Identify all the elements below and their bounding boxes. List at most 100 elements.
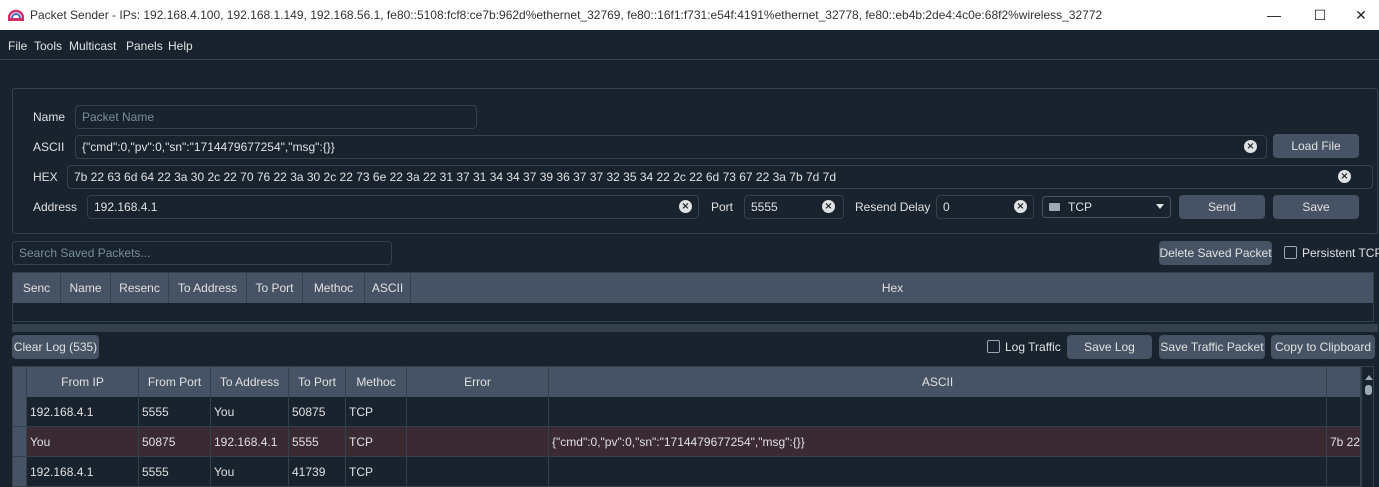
menu-bar: File Tools Multicast Panels Help — [0, 30, 1379, 60]
resend-delay-label: Resend Delay — [855, 200, 931, 214]
protocol-icon — [1049, 203, 1060, 211]
log-col-from-port[interactable]: From Port — [139, 367, 211, 397]
cell-ascii — [549, 397, 1327, 426]
log-col-from-ip[interactable]: From IP — [27, 367, 139, 397]
protocol-value: TCP — [1068, 200, 1092, 214]
save-button[interactable]: Save — [1273, 195, 1359, 219]
cell-to-address: 192.168.4.1 — [211, 427, 289, 456]
cell-from-port: 50875 — [139, 427, 211, 456]
cell-to-port: 41739 — [289, 457, 346, 486]
save-log-button[interactable]: Save Log — [1067, 335, 1152, 359]
hex-label: HEX — [33, 170, 58, 184]
packet-name-input[interactable]: Packet Name — [75, 105, 477, 129]
port-clear-icon[interactable]: × — [822, 200, 835, 213]
cell-error — [407, 427, 549, 456]
table-row[interactable]: 192.168.4.1 5555 You 41739 TCP — [13, 457, 1361, 487]
cell-ascii: {"cmd":0,"pv":0,"sn":"1714479677254","ms… — [549, 427, 1327, 456]
cell-to-port: 50875 — [289, 397, 346, 426]
hex-input[interactable]: 7b 22 63 6d 64 22 3a 30 2c 22 70 76 22 3… — [67, 165, 1373, 189]
table-row[interactable]: 192.168.4.1 5555 You 50875 TCP — [13, 397, 1361, 427]
row-header — [13, 457, 27, 486]
delete-saved-packet-button[interactable]: Delete Saved Packet — [1159, 241, 1272, 265]
hex-clear-icon[interactable]: × — [1338, 170, 1351, 183]
cell-to-address: You — [211, 397, 289, 426]
name-label: Name — [33, 110, 66, 124]
cell-ascii — [549, 457, 1327, 486]
menu-multicast[interactable]: Multicast — [69, 39, 116, 53]
port-label: Port — [711, 200, 734, 214]
cell-method: TCP — [346, 427, 407, 456]
log-col-ascii[interactable]: ASCII — [549, 367, 1327, 397]
save-traffic-packet-button[interactable]: Save Traffic Packet — [1159, 335, 1265, 359]
ascii-clear-icon[interactable]: × — [1244, 140, 1257, 153]
cell-method: TCP — [346, 457, 407, 486]
title-bar: Packet Sender - IPs: 192.168.4.100, 192.… — [0, 0, 1379, 30]
scrollbar-thumb[interactable] — [1365, 385, 1372, 395]
cell-hex — [1327, 457, 1361, 486]
cell-hex: 7b 22 — [1327, 427, 1361, 456]
cell-from-port: 5555 — [139, 397, 211, 426]
log-col-hex[interactable] — [1327, 367, 1361, 397]
saved-col-hex[interactable]: Hex — [411, 273, 1373, 303]
resend-clear-icon[interactable]: × — [1014, 200, 1027, 213]
log-col-error[interactable]: Error — [407, 367, 549, 397]
menu-tools[interactable]: Tools — [34, 39, 62, 53]
traffic-log-table[interactable]: From IP From Port To Address To Port Met… — [12, 366, 1374, 487]
window-title: Packet Sender - IPs: 192.168.4.100, 192.… — [30, 8, 1103, 22]
cell-hex — [1327, 397, 1361, 426]
saved-col-method[interactable]: Methoc — [303, 273, 365, 303]
address-label: Address — [33, 200, 78, 214]
cell-error — [407, 457, 549, 486]
close-icon: ✕ — [1355, 6, 1367, 23]
minimize-button[interactable]: — — [1251, 0, 1297, 30]
cell-from-ip: 192.168.4.1 — [27, 397, 139, 426]
chevron-down-icon — [1156, 204, 1164, 209]
cell-to-address: You — [211, 457, 289, 486]
saved-col-to-address[interactable]: To Address — [169, 273, 247, 303]
maximize-button[interactable]: ☐ — [1297, 0, 1343, 30]
splitter-handle[interactable] — [12, 324, 1378, 332]
address-clear-icon[interactable]: × — [679, 200, 692, 213]
saved-col-send[interactable]: Senc — [13, 273, 61, 303]
maximize-icon: ☐ — [1313, 6, 1327, 23]
row-header — [13, 427, 27, 456]
menu-help[interactable]: Help — [168, 39, 193, 53]
cell-method: TCP — [346, 397, 407, 426]
ascii-label: ASCII — [33, 140, 65, 154]
saved-col-resend[interactable]: Resenc — [111, 273, 169, 303]
app-logo-icon — [8, 9, 24, 21]
row-header — [13, 397, 27, 426]
load-file-button[interactable]: Load File — [1273, 134, 1359, 158]
vertical-scrollbar[interactable] — [1361, 367, 1373, 487]
send-button[interactable]: Send — [1179, 195, 1265, 219]
cell-to-port: 5555 — [289, 427, 346, 456]
ascii-input[interactable]: {"cmd":0,"pv":0,"sn":"1714479677254","ms… — [75, 135, 1267, 159]
persistent-tcp-checkbox[interactable] — [1284, 246, 1297, 259]
log-col-method[interactable]: Methoc — [346, 367, 407, 397]
saved-col-ascii[interactable]: ASCII — [365, 273, 411, 303]
log-col-to-port[interactable]: To Port — [289, 367, 346, 397]
scroll-up-icon[interactable] — [1365, 375, 1373, 380]
table-row[interactable]: You 50875 192.168.4.1 5555 TCP {"cmd":0,… — [13, 427, 1361, 457]
saved-col-to-port[interactable]: To Port — [247, 273, 303, 303]
log-traffic-checkbox[interactable] — [987, 340, 1000, 353]
minimize-icon: — — [1267, 7, 1281, 23]
copy-to-clipboard-button[interactable]: Copy to Clipboard — [1271, 335, 1375, 359]
close-button[interactable]: ✕ — [1343, 0, 1379, 30]
persistent-tcp-label: Persistent TCP — [1302, 246, 1379, 260]
log-traffic-label: Log Traffic — [1005, 340, 1061, 354]
log-corner-header — [13, 367, 27, 397]
cell-from-port: 5555 — [139, 457, 211, 486]
cell-error — [407, 397, 549, 426]
cell-from-ip: 192.168.4.1 — [27, 457, 139, 486]
packet-form-panel: Name Packet Name ASCII {"cmd":0,"pv":0,"… — [12, 88, 1378, 234]
protocol-select[interactable]: TCP — [1042, 196, 1171, 218]
address-input[interactable]: 192.168.4.1 — [87, 195, 699, 219]
menu-panels[interactable]: Panels — [126, 39, 163, 53]
menu-file[interactable]: File — [8, 39, 27, 53]
saved-packets-table[interactable]: Senc Name Resenc To Address To Port Meth… — [12, 272, 1374, 322]
saved-col-name[interactable]: Name — [61, 273, 111, 303]
log-col-to-address[interactable]: To Address — [211, 367, 289, 397]
search-saved-packets-input[interactable]: Search Saved Packets... — [12, 241, 392, 265]
clear-log-button[interactable]: Clear Log (535) — [12, 335, 99, 359]
